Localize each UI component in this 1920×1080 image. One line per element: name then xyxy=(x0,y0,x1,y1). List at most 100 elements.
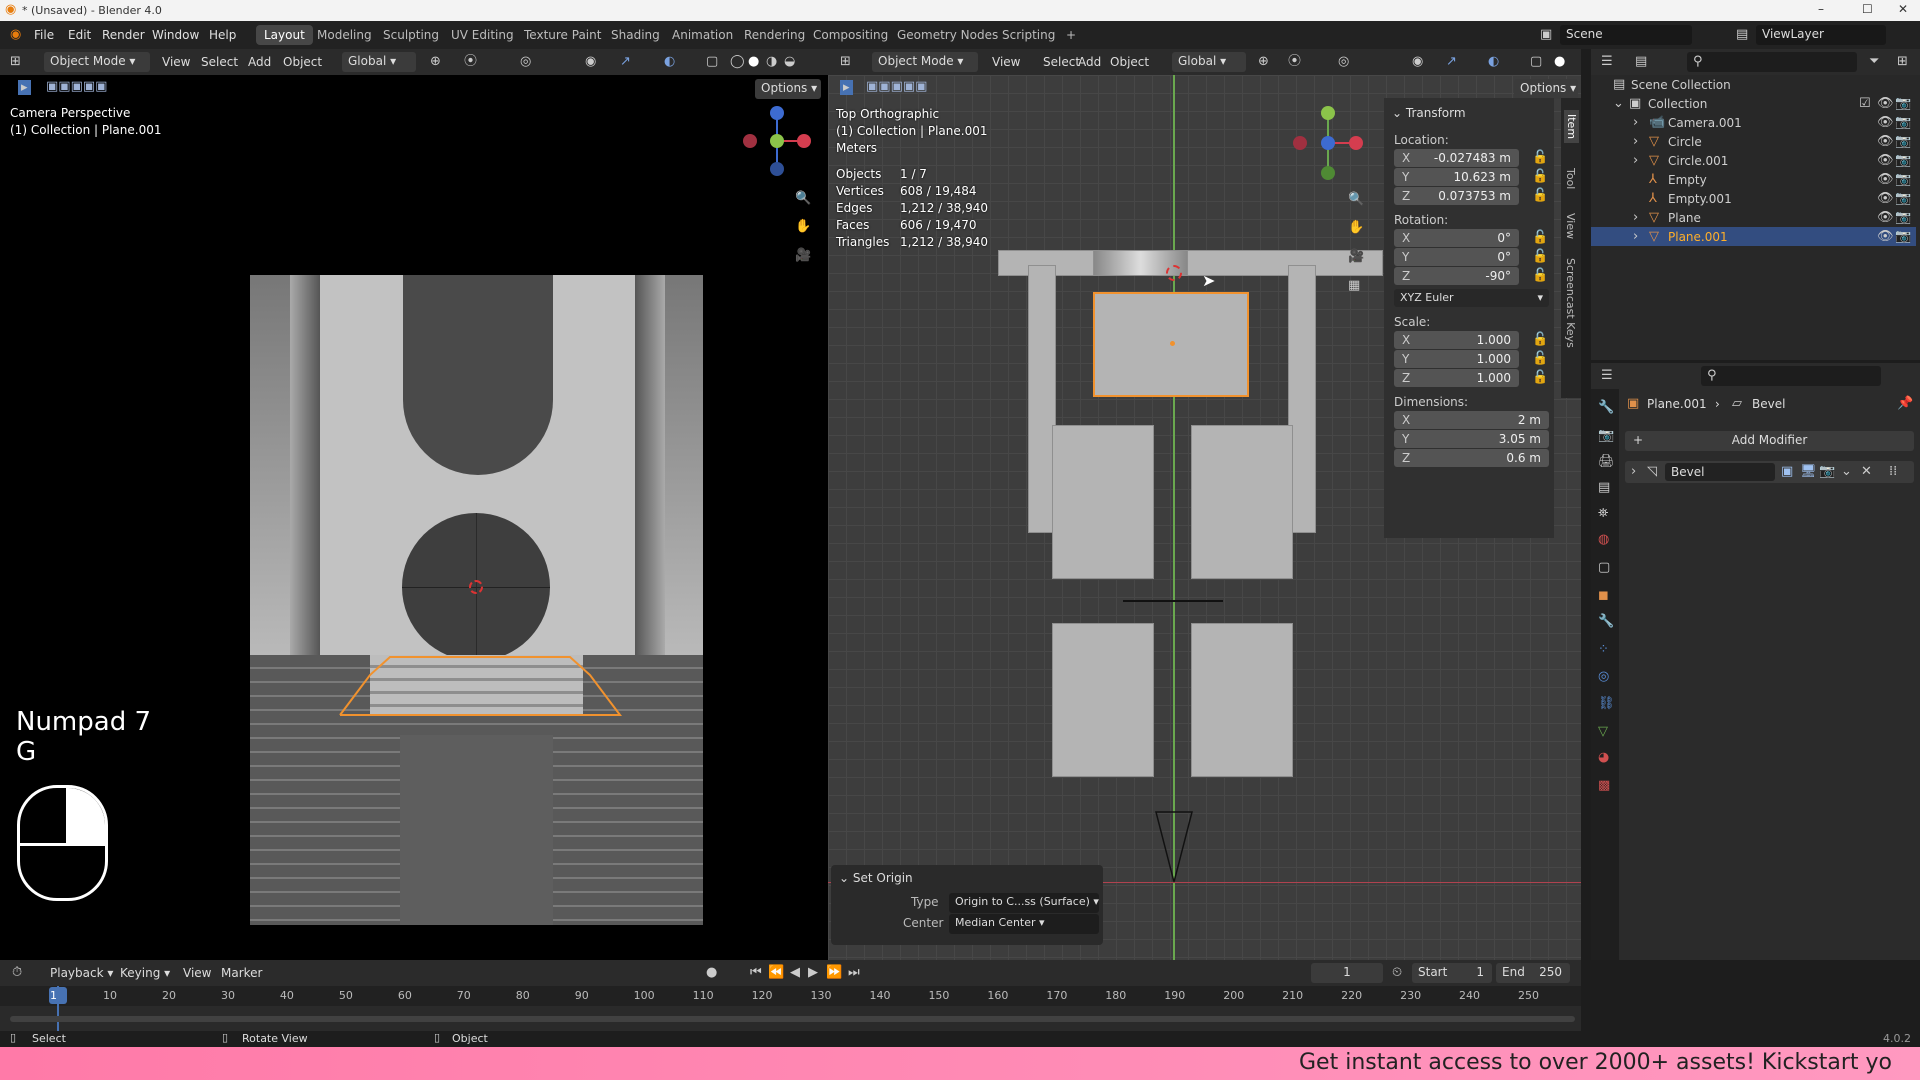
play-reverse-icon[interactable]: ◀ xyxy=(790,966,800,979)
block-upper-left[interactable] xyxy=(1052,425,1154,579)
block-lower-right[interactable] xyxy=(1191,623,1293,777)
properties-search[interactable]: ⚲ xyxy=(1701,366,1881,386)
tab-modeling[interactable]: Modeling xyxy=(309,25,380,45)
blender-menu-icon[interactable]: ◉ xyxy=(10,28,21,41)
close-button[interactable]: ✕ xyxy=(1898,2,1908,16)
camera-view-icon[interactable]: 🎥 xyxy=(1348,250,1364,263)
data-tab-icon[interactable]: ▽ xyxy=(1598,725,1608,738)
tab-screencast-keys[interactable]: Screencast Keys xyxy=(1564,258,1577,348)
tab-tool[interactable]: Tool xyxy=(1564,168,1577,189)
new-collection-icon[interactable]: ⊞ xyxy=(1897,55,1908,68)
left-orientation-dropdown[interactable]: Global ▾ xyxy=(342,52,416,72)
eye-icon[interactable]: 👁 xyxy=(1877,135,1894,148)
world-tab-icon[interactable]: ◍ xyxy=(1598,533,1609,546)
right-menu-add[interactable]: Add xyxy=(1078,55,1101,69)
gizmo-icon[interactable]: ↗ xyxy=(1446,55,1457,68)
current-frame-field[interactable]: 1 xyxy=(1311,963,1383,983)
camera-render-icon[interactable]: 📷 xyxy=(1895,211,1911,224)
jump-start-icon[interactable]: ⏮ xyxy=(750,966,762,979)
realtime-toggle-icon[interactable]: 🖥 xyxy=(1800,465,1817,478)
eye-icon[interactable]: 👁 xyxy=(1877,173,1894,186)
navigation-gizmo[interactable] xyxy=(1288,103,1368,183)
editor-type-icon[interactable]: ⊞ xyxy=(10,55,21,68)
expand-arrow-icon[interactable]: › xyxy=(1633,116,1638,129)
overlay-icon[interactable]: ◐ xyxy=(664,55,675,68)
rendered-shading-icon[interactable]: ◒ xyxy=(784,55,795,68)
left-menu-view[interactable]: View xyxy=(162,55,190,69)
dimension-x-field[interactable]: X 2 m xyxy=(1394,411,1549,429)
outliner-row-circle[interactable]: › ▽ Circle 👁 📷 xyxy=(1591,132,1916,151)
outliner-row-camera-001[interactable]: › 📹 Camera.001 👁 📷 xyxy=(1591,113,1916,132)
start-frame-field[interactable]: Start 1 xyxy=(1412,963,1492,983)
origin-center-dropdown[interactable]: Median Center ▾ xyxy=(949,914,1099,934)
menu-render[interactable]: Render xyxy=(102,28,145,42)
rotation-mode-dropdown[interactable]: XYZ Euler ▾ xyxy=(1394,289,1549,307)
eye-icon[interactable]: 👁 xyxy=(1877,230,1894,243)
checkbox-icon[interactable]: ☑ xyxy=(1859,97,1871,110)
location-y-field[interactable]: Y 10.623 m xyxy=(1394,168,1519,186)
editor-type-icon[interactable]: ☰ xyxy=(1601,55,1613,68)
overlay-icon[interactable]: ◐ xyxy=(1488,55,1499,68)
proportional-edit-icon[interactable]: ◎ xyxy=(1338,55,1349,68)
camera-render-icon[interactable]: 📷 xyxy=(1895,116,1911,129)
scale-y-field[interactable]: Y 1.000 xyxy=(1394,350,1519,368)
snap-icon[interactable]: ⦿ xyxy=(464,55,477,68)
timeline-menu-playback[interactable]: Playback ▾ xyxy=(50,966,113,980)
display-mode-icon[interactable]: ▤ xyxy=(1635,55,1647,68)
timeline-area[interactable]: 1 10 20 30 40 50 60 70 80 90 100 110 120 130 140 150 160… xyxy=(0,986,1581,1031)
camera-render-icon[interactable]: 📷 xyxy=(1895,97,1911,110)
left-viewport[interactable]: ▸ ▣▣▣▣▣ Options ▾ Camera Perspective (1)… xyxy=(0,75,828,960)
scene-selector[interactable]: Scene xyxy=(1560,25,1692,45)
camera-render-icon[interactable]: 📷 xyxy=(1895,154,1911,167)
clock-icon[interactable]: ⏲ xyxy=(1392,966,1402,979)
timeline-menu-keying[interactable]: Keying ▾ xyxy=(120,966,170,980)
render-toggle-icon[interactable]: 📷 xyxy=(1819,465,1835,478)
promo-banner[interactable]: Get instant access to over 2000+ assets!… xyxy=(0,1047,1920,1080)
right-orientation-dropdown[interactable]: Global ▾ xyxy=(1172,52,1246,72)
rotation-z-field[interactable]: Z -90° xyxy=(1394,267,1519,285)
remove-icon[interactable]: ✕ xyxy=(1861,465,1872,478)
right-mode-dropdown[interactable]: Object Mode ▾ xyxy=(872,52,978,72)
tab-uv-editing[interactable]: UV Editing xyxy=(443,25,522,45)
lock-icon[interactable]: 🔓 xyxy=(1532,151,1548,164)
right-menu-object[interactable]: Object xyxy=(1110,55,1149,69)
editor-type-icon[interactable]: ☰ xyxy=(1601,369,1613,382)
eye-icon[interactable]: 👁 xyxy=(1877,192,1894,205)
left-menu-add[interactable]: Add xyxy=(248,55,271,69)
wireframe-shading-icon[interactable]: ◯ xyxy=(730,55,745,68)
tab-geometry-nodes[interactable]: Geometry Nodes xyxy=(889,25,1006,45)
tab-rendering[interactable]: Rendering xyxy=(736,25,813,45)
tab-texture-paint[interactable]: Texture Paint xyxy=(516,25,609,45)
expand-arrow-icon[interactable]: › xyxy=(1633,230,1638,243)
menu-help[interactable]: Help xyxy=(209,28,236,42)
expand-arrow-icon[interactable]: › xyxy=(1633,154,1638,167)
eye-icon[interactable]: 👁 xyxy=(1877,154,1894,167)
outliner-row-empty[interactable]: ⅄ Empty 👁 📷 xyxy=(1591,170,1916,189)
set-origin-title[interactable]: ⌄ Set Origin xyxy=(839,871,913,885)
lock-icon[interactable]: 🔓 xyxy=(1532,371,1548,384)
expand-arrow-icon[interactable]: › xyxy=(1631,465,1636,478)
tab-compositing[interactable]: Compositing xyxy=(805,25,896,45)
modifier-name-field[interactable]: Bevel xyxy=(1665,463,1775,481)
play-icon[interactable]: ▶ xyxy=(808,966,818,979)
eye-icon[interactable]: 👁 xyxy=(1877,211,1894,224)
camera-render-icon[interactable]: 📷 xyxy=(1895,192,1911,205)
eye-icon[interactable]: 👁 xyxy=(1877,97,1894,110)
add-workspace-button[interactable]: + xyxy=(1058,25,1084,45)
solid-shading-icon[interactable]: ● xyxy=(748,55,759,68)
render-tab-icon[interactable]: 📷 xyxy=(1598,429,1614,442)
outliner-row-scene-collection[interactable]: ▤ Scene Collection xyxy=(1591,75,1916,94)
physics-tab-icon[interactable]: ◎ xyxy=(1598,670,1609,683)
dropdown-icon[interactable]: ⌄ xyxy=(1841,465,1852,478)
camera-render-icon[interactable]: 📷 xyxy=(1895,173,1911,186)
location-z-field[interactable]: Z 0.073753 m xyxy=(1394,187,1519,205)
collection-tab-icon[interactable]: ▢ xyxy=(1598,561,1610,574)
prev-keyframe-icon[interactable]: ⏪ xyxy=(768,966,784,979)
zoom-icon[interactable]: 🔍 xyxy=(795,192,811,205)
editor-type-icon[interactable]: ⏱ xyxy=(12,966,22,979)
view-layer-tab-icon[interactable]: ▤ xyxy=(1598,481,1610,494)
left-mode-dropdown[interactable]: Object Mode ▾ xyxy=(44,52,150,72)
outliner-search[interactable]: ⚲ xyxy=(1687,52,1857,72)
tab-layout[interactable]: Layout xyxy=(256,25,313,45)
timeline-scrollbar[interactable] xyxy=(10,1016,1575,1022)
